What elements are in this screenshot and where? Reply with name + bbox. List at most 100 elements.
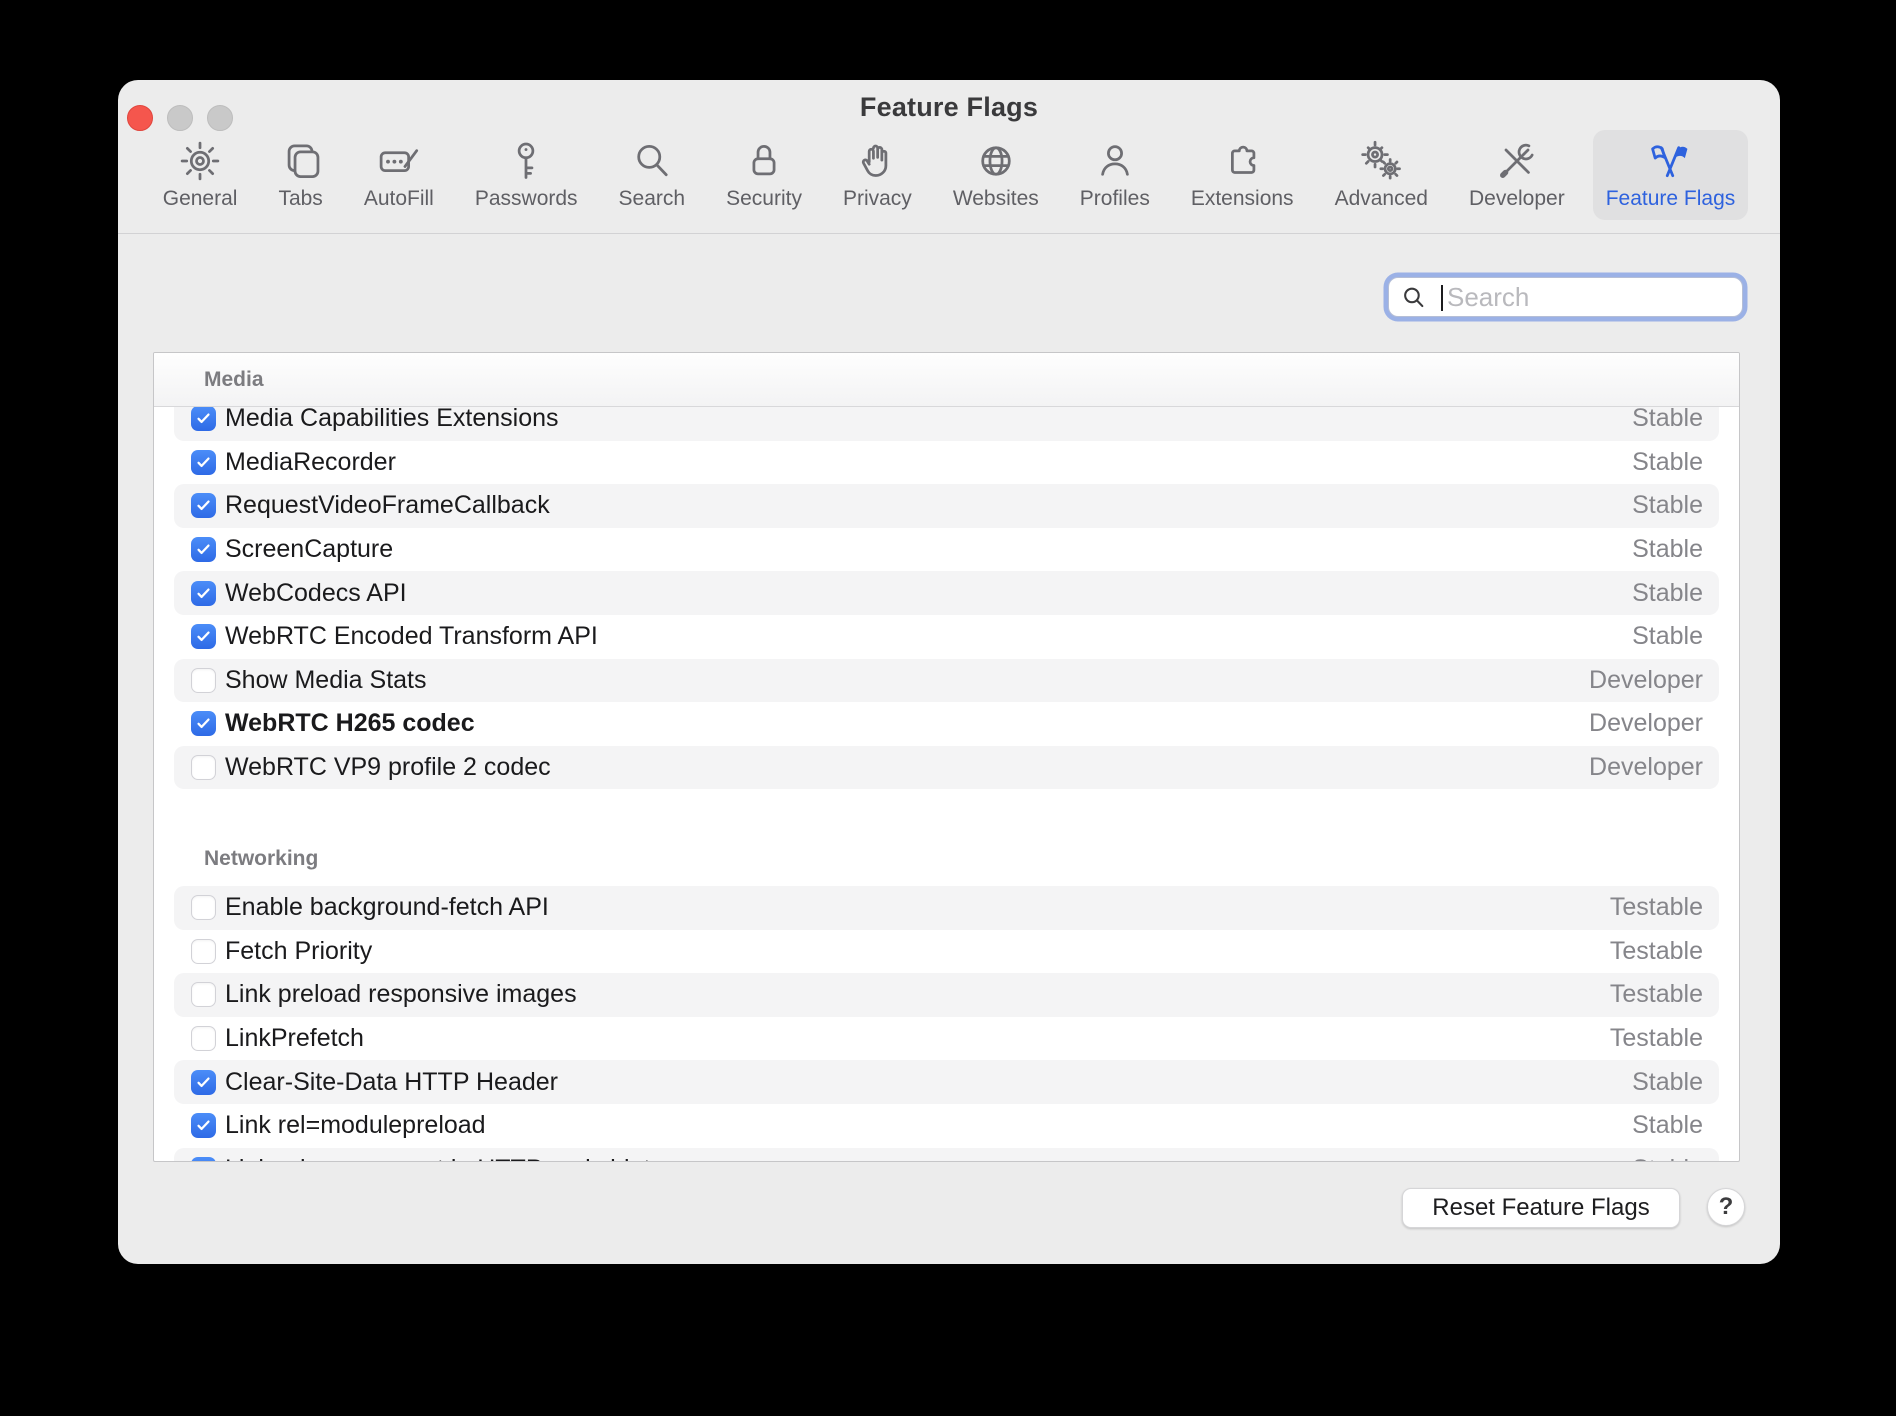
checkbox-checked[interactable] xyxy=(191,581,216,606)
feature-flag-row: WebRTC VP9 profile 2 codec Developer xyxy=(174,746,1719,790)
feature-flag-status: Stable xyxy=(1632,448,1703,477)
tab-autofill[interactable]: AutoFill xyxy=(351,130,447,220)
checkbox-unchecked[interactable] xyxy=(191,939,216,964)
tab-search[interactable]: Search xyxy=(606,130,699,220)
close-button[interactable] xyxy=(127,105,153,131)
checkbox-checked[interactable] xyxy=(191,1113,216,1138)
lock-icon xyxy=(742,138,786,184)
reset-feature-flags-button[interactable]: Reset Feature Flags xyxy=(1402,1188,1680,1228)
feature-flag-label: WebRTC VP9 profile 2 codec xyxy=(225,753,551,782)
feature-flag-status: Stable xyxy=(1632,491,1703,520)
tab-websites[interactable]: Websites xyxy=(940,130,1052,220)
tab-label: Feature Flags xyxy=(1606,187,1736,211)
section-header-media: Media xyxy=(154,353,1739,407)
search-icon xyxy=(1401,285,1426,315)
tab-profiles[interactable]: Profiles xyxy=(1067,130,1163,220)
person-icon xyxy=(1093,138,1137,184)
checkbox-checked[interactable] xyxy=(191,493,216,518)
help-button[interactable]: ? xyxy=(1707,1188,1745,1226)
checkbox-checked[interactable] xyxy=(191,406,216,431)
checkbox-checked[interactable] xyxy=(191,711,216,736)
feature-flag-row: LinkPrefetchTestable xyxy=(174,1017,1719,1061)
checkbox-checked[interactable] xyxy=(191,537,216,562)
section-header-media-label: Media xyxy=(204,368,264,392)
tab-extensions[interactable]: Extensions xyxy=(1178,130,1307,220)
feature-flag-label: ScreenCapture xyxy=(225,535,393,564)
tab-label: Profiles xyxy=(1080,187,1150,211)
traffic-lights xyxy=(127,105,233,131)
tab-privacy[interactable]: Privacy xyxy=(830,130,925,220)
feature-flag-status: Stable xyxy=(1632,579,1703,608)
feature-flag-row: Link preload responsive images Testable xyxy=(174,973,1719,1017)
checkbox-checked[interactable] xyxy=(191,1070,216,1095)
text-cursor xyxy=(1441,285,1443,311)
search-input[interactable] xyxy=(1447,278,1734,316)
feature-flag-status: Testable xyxy=(1610,893,1703,922)
checkbox-checked[interactable] xyxy=(191,450,216,475)
key-icon xyxy=(504,138,548,184)
autofill-icon xyxy=(377,138,421,184)
feature-flag-row: WebRTC Encoded Transform APIStable xyxy=(174,615,1719,659)
feature-flag-status: Testable xyxy=(1610,937,1703,966)
feature-flag-status: Testable xyxy=(1610,1024,1703,1053)
checkbox-checked[interactable] xyxy=(191,1157,216,1162)
feature-flag-row: RequestVideoFrameCallbackStable xyxy=(174,484,1719,528)
toolbar-divider xyxy=(118,233,1780,234)
feature-flag-status: Developer xyxy=(1589,753,1703,782)
checkbox-unchecked[interactable] xyxy=(191,755,216,780)
gears-icon xyxy=(1359,138,1403,184)
tabs-icon xyxy=(279,138,323,184)
feature-flag-row: WebCodecs API Stable xyxy=(174,571,1719,615)
checkbox-unchecked[interactable] xyxy=(191,982,216,1007)
magnifier-icon xyxy=(630,138,674,184)
feature-flag-row: Link rel=modulepreloadStable xyxy=(174,1104,1719,1148)
tab-label: Search xyxy=(619,187,686,211)
hand-icon xyxy=(855,138,899,184)
feature-flag-status: Developer xyxy=(1589,709,1703,738)
feature-flag-row: WebRTC H265 codecDeveloper xyxy=(174,702,1719,746)
tab-advanced[interactable]: Advanced xyxy=(1322,130,1441,220)
checkbox-checked[interactable] xyxy=(191,624,216,649)
feature-flags-list[interactable]: Media Capabilities ExtensionsStableMedia… xyxy=(153,352,1740,1162)
tab-label: Extensions xyxy=(1191,187,1294,211)
tab-label: Security xyxy=(726,187,802,211)
checkbox-unchecked[interactable] xyxy=(191,895,216,920)
feature-flag-label: MediaRecorder xyxy=(225,448,396,477)
tab-tabs[interactable]: Tabs xyxy=(265,130,335,220)
feature-flag-row: ScreenCaptureStable xyxy=(174,528,1719,572)
feature-flag-label: Media Capabilities Extensions xyxy=(225,404,559,433)
feature-flag-label: WebCodecs API xyxy=(225,579,407,608)
feature-flag-row: Show Media StatsDeveloper xyxy=(174,659,1719,703)
feature-flag-status: Stable xyxy=(1632,404,1703,433)
feature-flag-label: Link rel=preconnect in HTTP early hint xyxy=(225,1155,650,1162)
tab-general[interactable]: General xyxy=(150,130,251,220)
feature-flag-label: Show Media Stats xyxy=(225,666,427,695)
feature-flag-row: Clear-Site-Data HTTP HeaderStable xyxy=(174,1060,1719,1104)
tab-label: Privacy xyxy=(843,187,912,211)
tab-passwords[interactable]: Passwords xyxy=(462,130,591,220)
feature-flag-row: Enable background-fetch APITestable xyxy=(174,886,1719,930)
feature-flag-status: Testable xyxy=(1610,980,1703,1009)
globe-icon xyxy=(974,138,1018,184)
checkbox-unchecked[interactable] xyxy=(191,668,216,693)
section-header-networking: Networking xyxy=(154,837,1739,881)
zoom-button[interactable] xyxy=(207,105,233,131)
tab-feature-flags[interactable]: Feature Flags xyxy=(1593,130,1749,220)
feature-flag-label: Link preload responsive images xyxy=(225,980,577,1009)
screen: Feature Flags General Tabs AutoFill Passwor… xyxy=(0,0,1896,1416)
checkbox-unchecked[interactable] xyxy=(191,1026,216,1051)
tab-security[interactable]: Security xyxy=(713,130,815,220)
feature-flag-label: WebRTC Encoded Transform API xyxy=(225,622,598,651)
tab-developer[interactable]: Developer xyxy=(1456,130,1578,220)
minimize-button[interactable] xyxy=(167,105,193,131)
puzzle-icon xyxy=(1220,138,1264,184)
search-field[interactable] xyxy=(1388,277,1743,317)
tab-label: Tabs xyxy=(278,187,322,211)
feature-flag-label: Fetch Priority xyxy=(225,937,372,966)
window-title: Feature Flags xyxy=(118,92,1780,123)
tools-icon xyxy=(1495,138,1539,184)
feature-flag-status: Stable xyxy=(1632,1068,1703,1097)
tab-label: General xyxy=(163,187,238,211)
tab-label: AutoFill xyxy=(364,187,434,211)
feature-flag-row: MediaRecorder Stable xyxy=(174,441,1719,485)
